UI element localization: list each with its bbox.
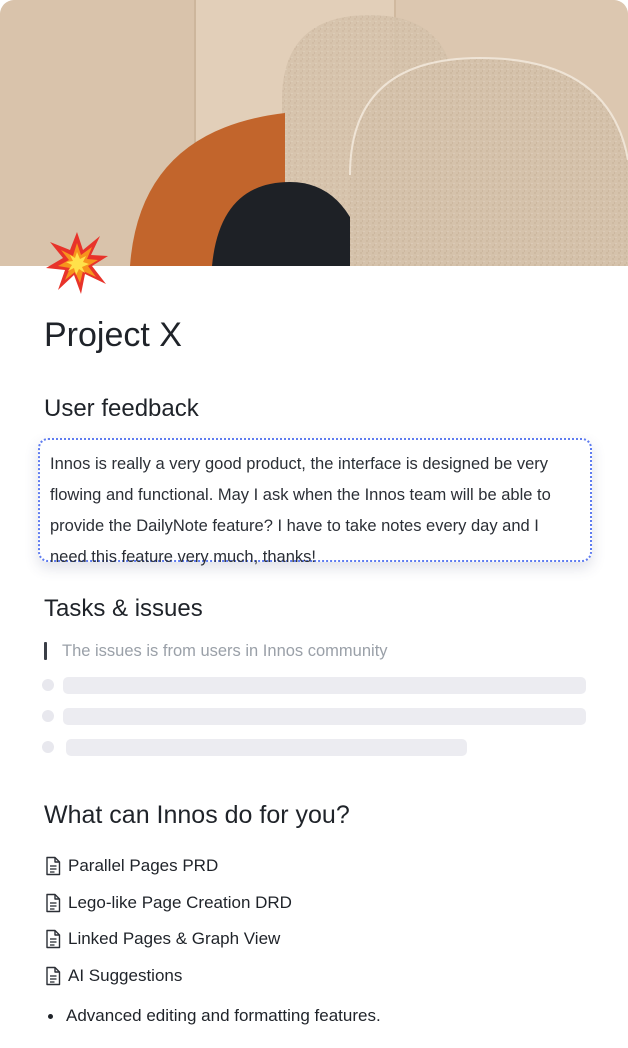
page-link-label: Lego-like Page Creation DRD [68,892,292,912]
page-link-label: Linked Pages & Graph View [68,929,281,949]
document-icon [46,930,61,949]
bullet-text: Advanced editing and formatting features… [66,1006,381,1025]
document-icon [46,856,61,876]
features-heading[interactable]: What can Innos do for you? [44,801,350,830]
page-link-ai-suggestions[interactable]: AI Suggestions [44,962,292,990]
page-link-parallel-pages-prd[interactable]: Parallel Pages PRD [44,852,292,880]
skeleton-line [66,738,467,756]
page-title[interactable]: Project X [44,316,182,355]
feedback-text-block[interactable]: Innos is really a very good product, the… [38,438,592,566]
document-page: Project X User feedback Innos is really … [0,0,628,1048]
page-link-linked-pages-graph-view[interactable]: Linked Pages & Graph View [44,925,292,953]
quote-bar [44,642,47,660]
page-link-lego-like-page-creation-drd[interactable]: Lego-like Page Creation DRD [44,889,292,917]
user-feedback-heading[interactable]: User feedback [44,395,199,423]
page-link-label: Parallel Pages PRD [68,856,219,875]
linked-pages-list: Parallel Pages PRD Lego-like Page Creati… [44,852,292,999]
skeleton-bullet [42,679,54,691]
tasks-issues-heading[interactable]: Tasks & issues [44,595,203,623]
cover-illustration [0,0,628,266]
page-link-label: AI Suggestions [68,966,183,986]
skeleton-bullet [42,710,54,722]
skeleton-line [63,707,586,725]
document-icon [46,966,61,986]
skeleton-task-row [42,706,586,726]
collision-icon [46,232,108,294]
page-icon-collision-icon[interactable] [44,230,110,296]
skeleton-task-row [42,737,467,757]
bullet-dot [48,1013,53,1019]
quote-text: The issues is from users in Innos commun… [62,641,388,660]
quote-block[interactable]: The issues is from users in Innos commun… [44,640,388,662]
skeleton-bullet [42,741,54,753]
document-icon [46,893,61,912]
cover-image[interactable] [0,0,628,266]
skeleton-task-row [42,675,586,695]
bullet-list-item[interactable]: Advanced editing and formatting features… [48,1006,381,1026]
skeleton-line [63,676,586,694]
